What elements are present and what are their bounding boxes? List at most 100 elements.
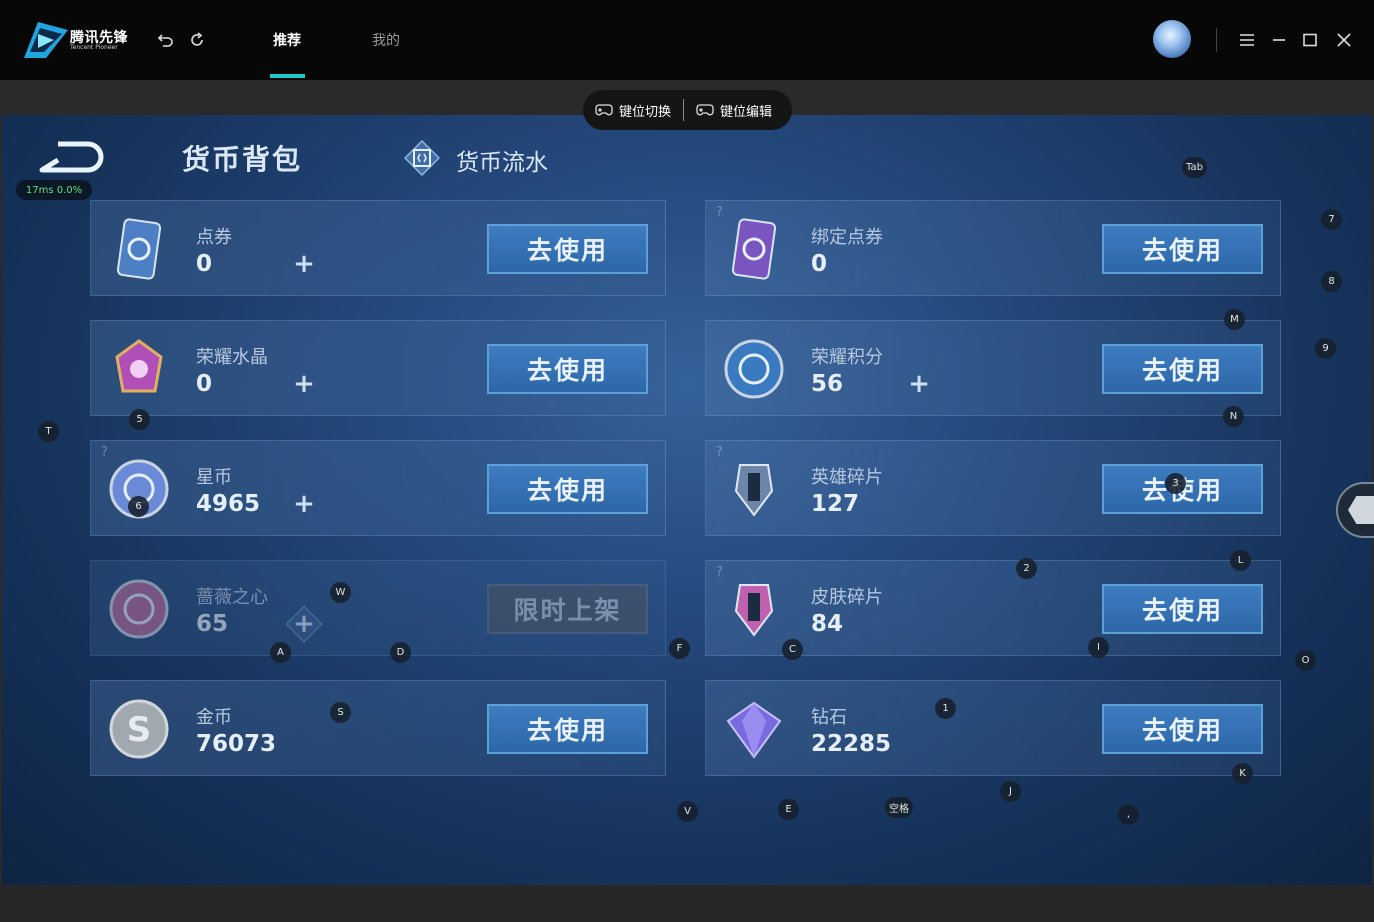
undo-icon[interactable] xyxy=(155,30,175,50)
key-marker: 5 xyxy=(129,409,150,430)
key-marker: L xyxy=(1230,550,1251,571)
svg-text:S: S xyxy=(127,710,152,750)
currency-name: 荣耀积分 xyxy=(811,347,883,368)
skin-fragment-icon xyxy=(734,584,774,637)
currency-value: 0 xyxy=(811,251,828,277)
page-title: 货币背包 xyxy=(182,143,303,176)
currency-value: 76073 xyxy=(196,731,277,757)
key-marker: S xyxy=(330,702,351,723)
key-marker: T xyxy=(38,421,59,442)
bound-ticket-card-icon xyxy=(731,218,777,280)
key-marker: D xyxy=(390,642,411,663)
currency-name: 星币 xyxy=(196,467,232,488)
add-currency-icon[interactable]: + xyxy=(287,247,321,281)
currency-card: ? 星币 4965 + 去使用 xyxy=(90,440,666,536)
key-marker: E xyxy=(778,799,799,820)
key-edit-label: 键位编辑 xyxy=(720,104,773,120)
currency-value: 0 xyxy=(196,371,213,397)
key-marker: 6 xyxy=(128,496,149,517)
gamepad-icon xyxy=(696,104,714,116)
rose-heart-icon xyxy=(109,579,169,639)
currency-name: 皮肤碎片 xyxy=(811,587,883,608)
tab-recommend[interactable]: 推荐 xyxy=(273,30,301,50)
currency-card: 荣耀积分 56 + 去使用 xyxy=(705,320,1281,416)
currency-name: 英雄碎片 xyxy=(811,467,883,488)
key-marker: 2 xyxy=(1016,558,1037,579)
app-subtitle: Tencent Pioneer xyxy=(70,44,118,51)
currency-card: ?英雄碎片127去使用 xyxy=(705,440,1281,536)
use-button[interactable]: 去使用 xyxy=(487,224,648,274)
add-currency-icon[interactable]: + xyxy=(287,607,321,641)
add-currency-icon[interactable]: + xyxy=(287,487,321,521)
key-marker: 9 xyxy=(1315,338,1336,359)
currency-card: 荣耀水晶 0 + 去使用 xyxy=(90,320,666,416)
currency-name: 荣耀水晶 xyxy=(196,347,268,368)
currency-value: 56 xyxy=(811,371,844,397)
glory-points-icon xyxy=(724,339,784,399)
currency-value: 127 xyxy=(811,491,860,517)
currency-name: 蔷薇之心 xyxy=(196,587,268,608)
key-marker: Tab xyxy=(1182,157,1207,178)
app-logo xyxy=(24,22,68,58)
minimize-icon[interactable] xyxy=(1267,28,1291,52)
key-marker: V xyxy=(677,801,698,822)
active-tab-indicator xyxy=(270,74,305,78)
currency-value: 0 xyxy=(196,251,213,277)
currency-flow-icon[interactable] xyxy=(404,140,440,176)
currency-name: 金币 xyxy=(196,707,232,728)
key-marker: 1 xyxy=(935,698,956,719)
currency-value: 65 xyxy=(196,611,229,637)
game-screen: 点券 0 + 去使用? 绑定点券 0 去使用 荣耀水晶 0 + 去使用 荣耀积分 56 + 去使用? 星币 49… xyxy=(2,115,1372,885)
bottom-bar xyxy=(0,886,1374,922)
key-marker: 8 xyxy=(1321,271,1342,292)
key-toolbar: 键位切换 键位编辑 xyxy=(583,90,792,130)
avatar[interactable] xyxy=(1153,20,1191,58)
currency-name: 绑定点券 xyxy=(811,227,883,248)
use-button[interactable]: 去使用 xyxy=(487,704,648,754)
use-button[interactable]: 去使用 xyxy=(1102,344,1263,394)
ticket-card-icon xyxy=(116,218,162,280)
close-icon[interactable] xyxy=(1332,28,1356,52)
key-marker: J xyxy=(1000,781,1021,802)
currency-name: 点券 xyxy=(196,227,232,248)
refresh-icon[interactable] xyxy=(187,30,207,50)
use-button[interactable]: 去使用 xyxy=(487,464,648,514)
latency-indicator: 17ms 0.0% xyxy=(16,180,92,200)
use-button[interactable]: 去使用 xyxy=(487,344,648,394)
hero-fragment-icon xyxy=(734,464,774,517)
currency-value: 84 xyxy=(811,611,844,637)
add-currency-icon[interactable]: + xyxy=(902,367,936,401)
glory-crystal-icon xyxy=(115,339,163,393)
key-marker: A xyxy=(270,642,291,663)
help-icon[interactable]: ? xyxy=(716,565,723,580)
key-marker: C xyxy=(782,639,803,660)
tag-icon xyxy=(1348,496,1374,524)
currency-name: 钻石 xyxy=(811,707,847,728)
back-arrow-icon[interactable] xyxy=(38,138,108,176)
maximize-icon[interactable] xyxy=(1298,28,1322,52)
limited-time-button: 限时上架 xyxy=(487,584,648,634)
help-icon[interactable]: ? xyxy=(716,445,723,460)
currency-card: S 金币 76073 去使用 xyxy=(90,680,666,776)
key-marker: F xyxy=(669,638,690,659)
help-icon[interactable]: ? xyxy=(101,445,108,460)
key-marker: N xyxy=(1223,406,1244,427)
key-marker: I xyxy=(1088,637,1109,658)
currency-card: 点券 0 + 去使用 xyxy=(90,200,666,296)
currency-flow-tab[interactable]: 货币流水 xyxy=(456,143,548,177)
add-currency-icon[interactable]: + xyxy=(287,367,321,401)
use-button[interactable]: 去使用 xyxy=(1102,704,1263,754)
use-button[interactable]: 去使用 xyxy=(1102,224,1263,274)
help-icon[interactable]: ? xyxy=(716,205,723,220)
tab-mine[interactable]: 我的 xyxy=(372,30,400,50)
currency-value: 22285 xyxy=(811,731,892,757)
key-marker: W xyxy=(330,582,351,603)
menu-icon[interactable] xyxy=(1235,28,1259,52)
gold-coin-icon: S xyxy=(109,699,169,759)
gamepad-icon xyxy=(595,104,613,116)
key-switch-button[interactable]: 键位切换 xyxy=(583,90,683,130)
key-edit-button[interactable]: 键位编辑 xyxy=(684,90,784,130)
currency-card: ? 绑定点券 0 去使用 xyxy=(705,200,1281,296)
use-button[interactable]: 去使用 xyxy=(1102,584,1263,634)
key-switch-label: 键位切换 xyxy=(619,104,672,120)
